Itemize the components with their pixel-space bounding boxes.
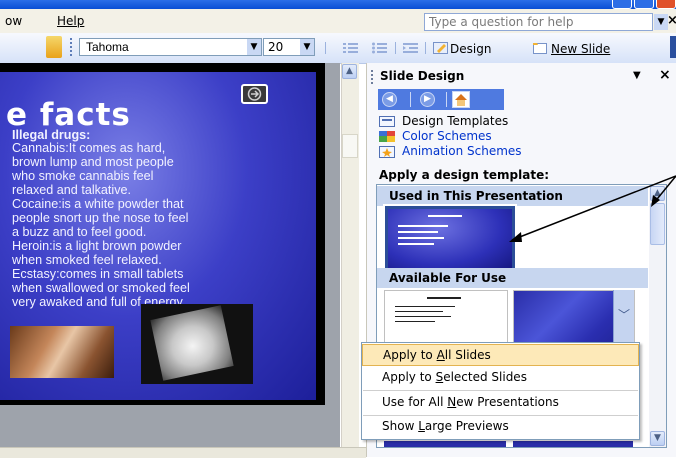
menu-item-show-large-previews[interactable]: Show Large Previews [362, 416, 639, 438]
menu-item-apply-all-slides[interactable]: Apply to All Slides [362, 344, 639, 366]
callout-arrow-line [511, 175, 676, 241]
menu-item-use-for-new[interactable]: Use for All New Presentations [362, 392, 639, 414]
menu-item-apply-selected-slides[interactable]: Apply to Selected Slides [362, 367, 639, 389]
menu-separator [363, 390, 638, 391]
callout-arrowhead [509, 232, 522, 242]
